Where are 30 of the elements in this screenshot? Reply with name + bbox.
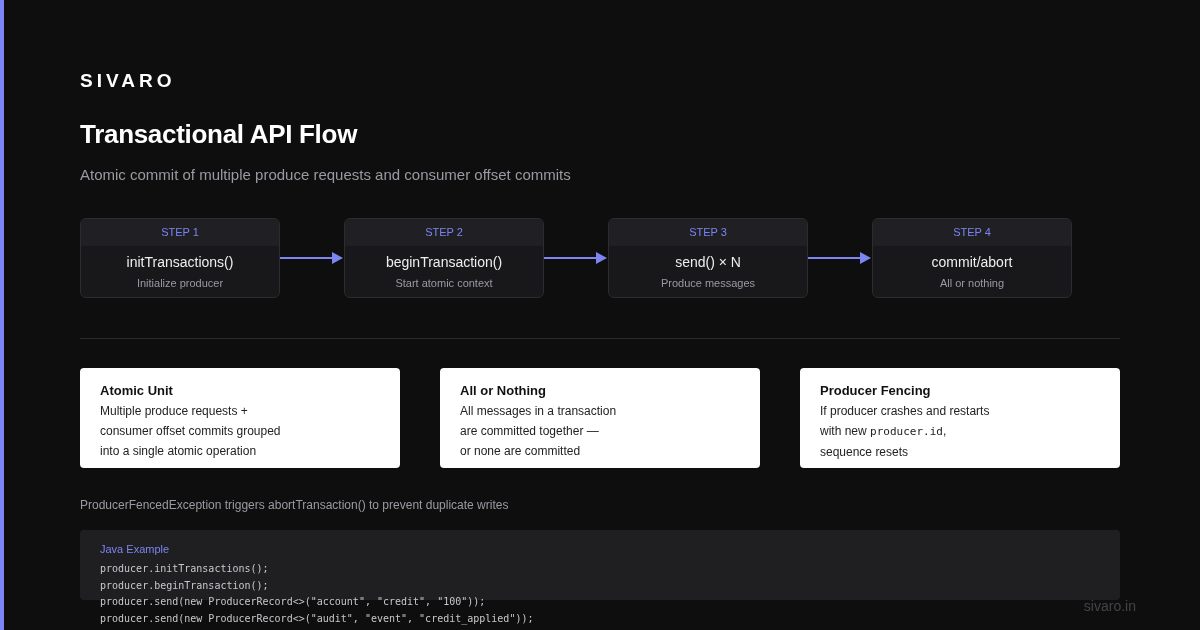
card-title: All or Nothing	[460, 383, 547, 399]
step-call: send() × N	[674, 253, 742, 271]
code-line: producer.initTransactions();	[100, 562, 270, 576]
code-line: producer.beginTransaction();	[100, 578, 270, 593]
step-call: commit/abort	[930, 253, 1014, 271]
step-label: STEP 4	[873, 219, 1071, 246]
step-label: STEP 3	[609, 219, 807, 246]
card-text: Multiple produce requests + consumer offset commits grouped into a single atomic operation	[100, 403, 282, 460]
step-description: Initialize producer	[135, 276, 225, 290]
code-line: producer.send(new ProducerRecord<>("audit", "event", "credit_applied"));	[100, 611, 535, 627]
step-description: All or nothing	[938, 276, 1006, 290]
card-title: Producer Fencing	[820, 383, 932, 399]
footer-url: sivaro.in	[1083, 598, 1136, 614]
card-text: If producer crashes and restarts with new producer.id, sequence resets	[820, 403, 991, 461]
step-label: STEP 2	[345, 219, 543, 246]
page-title: Transactional API Flow	[80, 118, 359, 151]
arrow-icon	[544, 252, 608, 264]
step-label: STEP 1	[81, 219, 279, 246]
code-label: Java Example	[100, 542, 171, 556]
card-title: Atomic Unit	[100, 383, 174, 399]
card-text: All messages in a transaction are committed together — or none are committed	[460, 403, 618, 460]
step-description: Produce messages	[659, 276, 757, 290]
page-subtitle: Atomic commit of multiple produce requests and consumer offset commits	[80, 165, 572, 185]
arrow-icon	[808, 252, 872, 264]
arrow-icon	[280, 252, 344, 264]
note-text: ProducerFencedException triggers abortTransaction() to prevent duplicate writes	[80, 497, 510, 513]
step-call: beginTransaction()	[384, 253, 504, 271]
step-description: Start atomic context	[394, 276, 494, 290]
step-call: initTransactions()	[125, 253, 235, 271]
brand-logo: SIVARO	[80, 69, 177, 93]
